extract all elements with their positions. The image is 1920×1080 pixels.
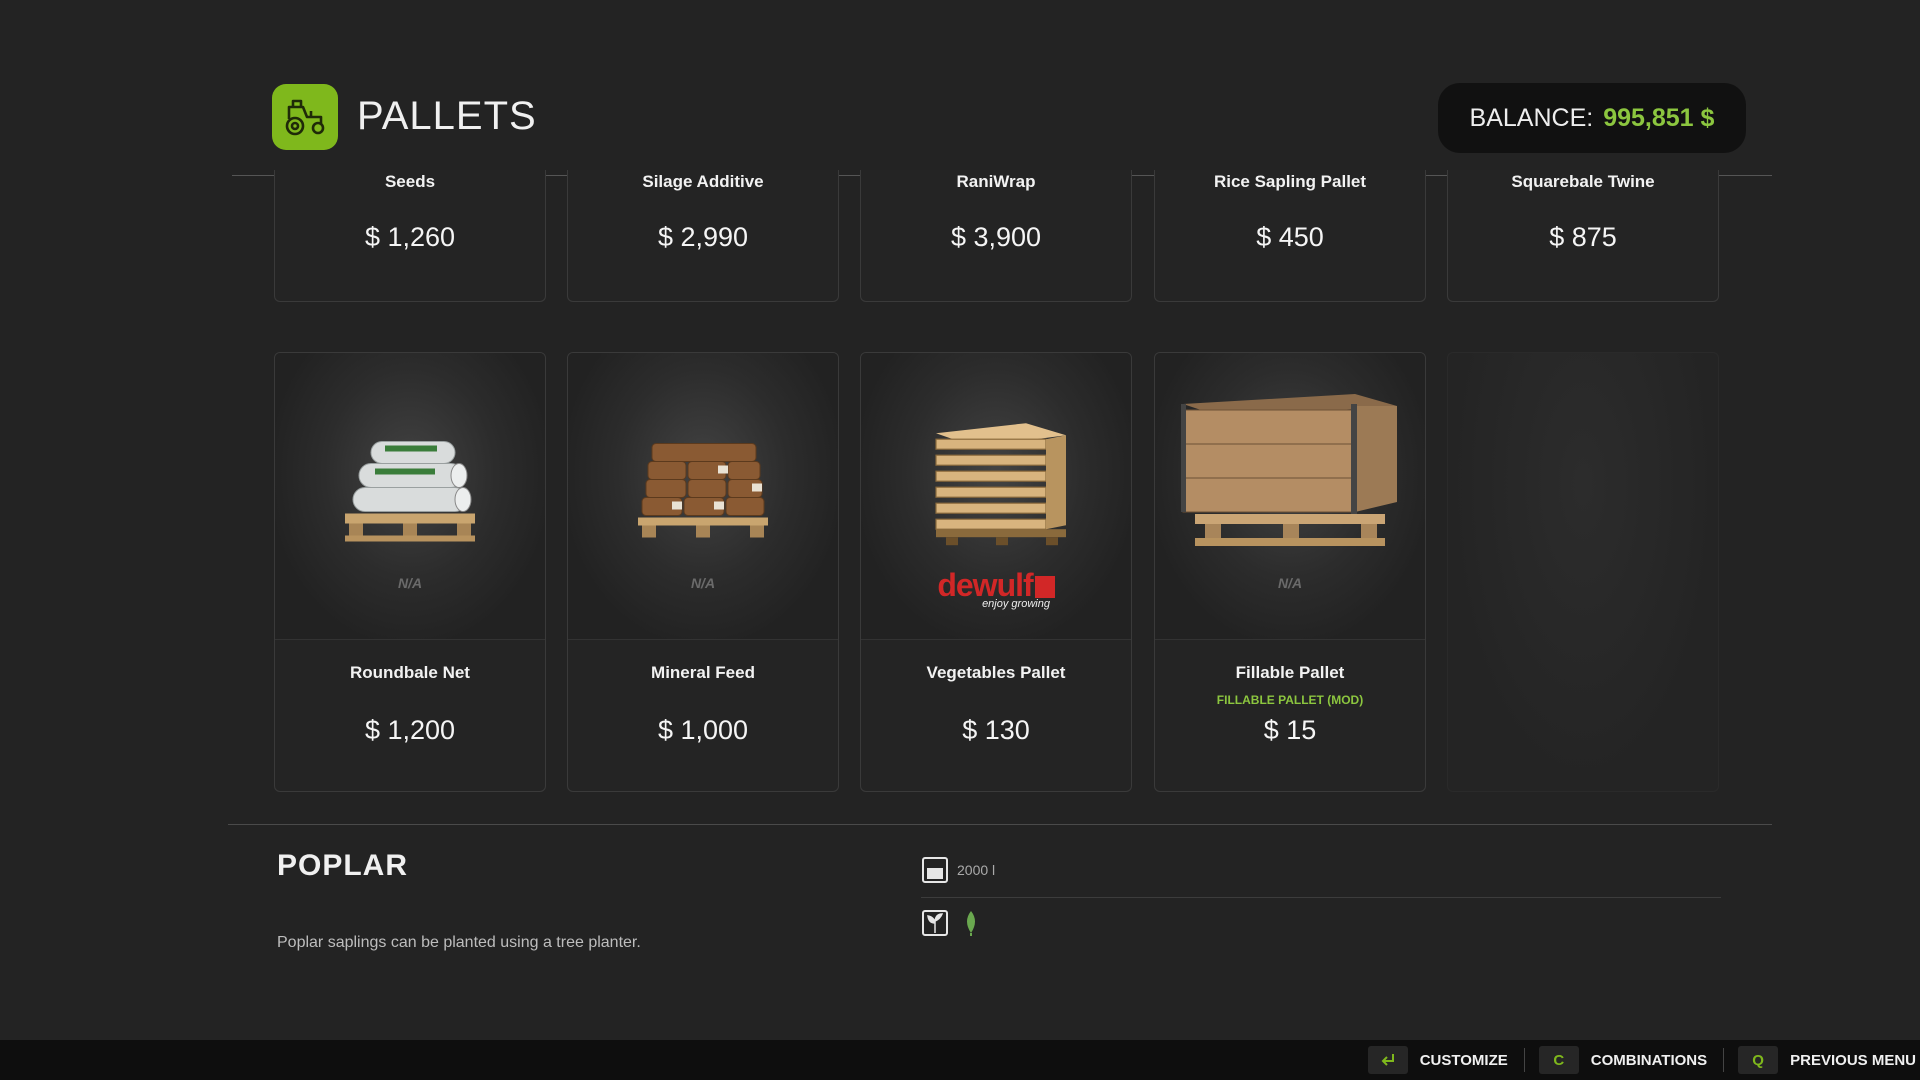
customize-button[interactable]: CUSTOMIZE	[1367, 1046, 1524, 1074]
brand-label: N/A	[690, 575, 716, 591]
net-rolls-pallet-image	[345, 441, 475, 542]
item-price: $ 1,260	[364, 222, 456, 252]
item-name: RaniWrap	[956, 172, 1036, 191]
capacity-value: 2000 l	[957, 862, 996, 878]
enter-key-icon	[1367, 1046, 1408, 1074]
brand-label: N/A	[397, 575, 423, 591]
item-name: Roundbale Net	[350, 663, 470, 682]
tree-sapling-icon	[922, 910, 948, 936]
item-price: $ 3,900	[950, 222, 1042, 252]
previous-menu-button[interactable]: Q PREVIOUS MENU	[1738, 1046, 1916, 1074]
shop-item-card[interactable]: dewulf enjoy growing Vegetables Pallet $…	[860, 352, 1132, 792]
footer-bar: CUSTOMIZE C COMBINATIONS Q PREVIOUS MENU	[0, 1040, 1920, 1080]
item-image-area	[568, 353, 838, 640]
filltype-row	[921, 909, 981, 937]
item-image-area	[275, 353, 545, 640]
shop-item-card[interactable]: N/A Mineral Feed $ 1,000	[567, 352, 839, 792]
balance-label: BALANCE:	[1469, 103, 1594, 132]
shop-item-card[interactable]: RaniWrap $ 3,900	[860, 170, 1132, 302]
footer-separator	[1523, 1048, 1525, 1072]
key-c: C	[1538, 1046, 1579, 1074]
item-name: Mineral Feed	[651, 663, 755, 682]
customize-label: CUSTOMIZE	[1419, 1051, 1508, 1069]
detail-separator	[921, 897, 1721, 898]
combinations-button[interactable]: C COMBINATIONS	[1538, 1046, 1723, 1074]
item-name: Seeds	[384, 172, 436, 191]
item-name: Rice Sapling Pallet	[1213, 172, 1367, 191]
detail-divider	[228, 824, 1772, 825]
header: PALLETS BALANCE: 995,851 $	[272, 83, 1746, 154]
balance-display: BALANCE: 995,851 $	[1438, 83, 1746, 153]
brand-label: N/A	[1277, 575, 1303, 591]
empty-slot	[1447, 352, 1719, 792]
balance-amount: 995,851 $	[1603, 103, 1715, 132]
wooden-crate-image	[935, 423, 1066, 546]
shop-item-card-selected[interactable]: N/A Fillable Pallet FILLABLE PALLET (MOD…	[1154, 352, 1426, 792]
item-name: Squarebale Twine	[1511, 172, 1655, 191]
mod-label: FILLABLE PALLET (MOD)	[1216, 693, 1364, 707]
detail-title: POPLAR	[277, 849, 409, 882]
item-price: $ 2,990	[657, 222, 749, 252]
detail-description: Poplar saplings can be planted using a t…	[277, 934, 641, 951]
item-price: $ 1,200	[364, 715, 456, 745]
capacity-row: 2000 l	[921, 856, 995, 884]
dewulf-logo: dewulf enjoy growing	[861, 567, 1131, 610]
page-title: PALLETS	[357, 94, 537, 138]
capacity-icon	[922, 857, 948, 883]
footer-actions: CUSTOMIZE C COMBINATIONS Q PREVIOUS MENU	[1367, 1040, 1916, 1080]
item-name: Silage Additive	[642, 172, 764, 191]
shop-item-card[interactable]: Seeds $ 1,260	[274, 170, 546, 302]
item-price: $ 1,000	[657, 715, 749, 745]
brand-tagline: enjoy growing	[982, 598, 1050, 610]
item-name: Fillable Pallet	[1235, 663, 1345, 682]
key-q: Q	[1738, 1046, 1779, 1074]
poplar-leaf-icon	[967, 911, 975, 936]
item-price: $ 875	[1549, 222, 1617, 252]
feed-bags-pallet-image	[638, 443, 768, 538]
item-name: Vegetables Pallet	[926, 663, 1066, 682]
shop-item-card[interactable]: N/A Roundbale Net $ 1,200	[274, 352, 546, 792]
combinations-label: COMBINATIONS	[1590, 1051, 1708, 1069]
wooden-pallet-box-image	[1181, 394, 1397, 546]
item-price: $ 15	[1263, 715, 1317, 745]
shop-item-card[interactable]: Rice Sapling Pallet $ 450	[1154, 170, 1426, 302]
shop-item-card[interactable]: Squarebale Twine $ 875	[1447, 170, 1719, 302]
shop-item-card[interactable]: Silage Additive $ 2,990	[567, 170, 839, 302]
item-image-area	[1155, 353, 1425, 640]
footer-separator	[1723, 1048, 1725, 1072]
previous-menu-label: PREVIOUS MENU	[1790, 1051, 1916, 1069]
item-price: $ 130	[962, 715, 1030, 745]
brand-flag-icon	[1034, 576, 1055, 598]
tractor-icon	[272, 84, 338, 150]
item-price: $ 450	[1256, 222, 1324, 252]
